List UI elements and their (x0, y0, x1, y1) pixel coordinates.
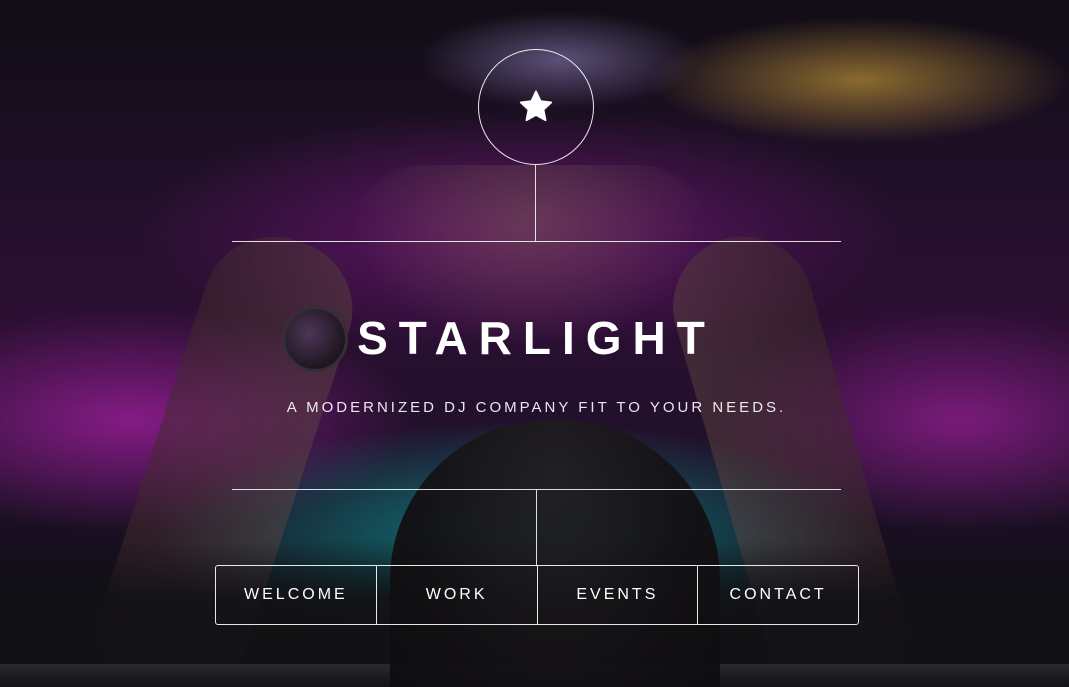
divider-horizontal-top (232, 241, 841, 242)
star-icon (519, 90, 553, 122)
nav-welcome[interactable]: WELCOME (216, 566, 377, 624)
main-nav: WELCOME WORK EVENTS CONTACT (215, 565, 859, 625)
logo-circle (478, 49, 594, 165)
divider-vertical-top (535, 165, 536, 242)
divider-vertical-bottom (536, 489, 537, 566)
site-title: STARLIGHT (357, 312, 716, 364)
nav-events[interactable]: EVENTS (538, 566, 699, 624)
site-tagline: A MODERNIZED DJ COMPANY FIT TO YOUR NEED… (286, 399, 787, 416)
nav-work[interactable]: WORK (377, 566, 538, 624)
nav-contact[interactable]: CONTACT (698, 566, 858, 624)
